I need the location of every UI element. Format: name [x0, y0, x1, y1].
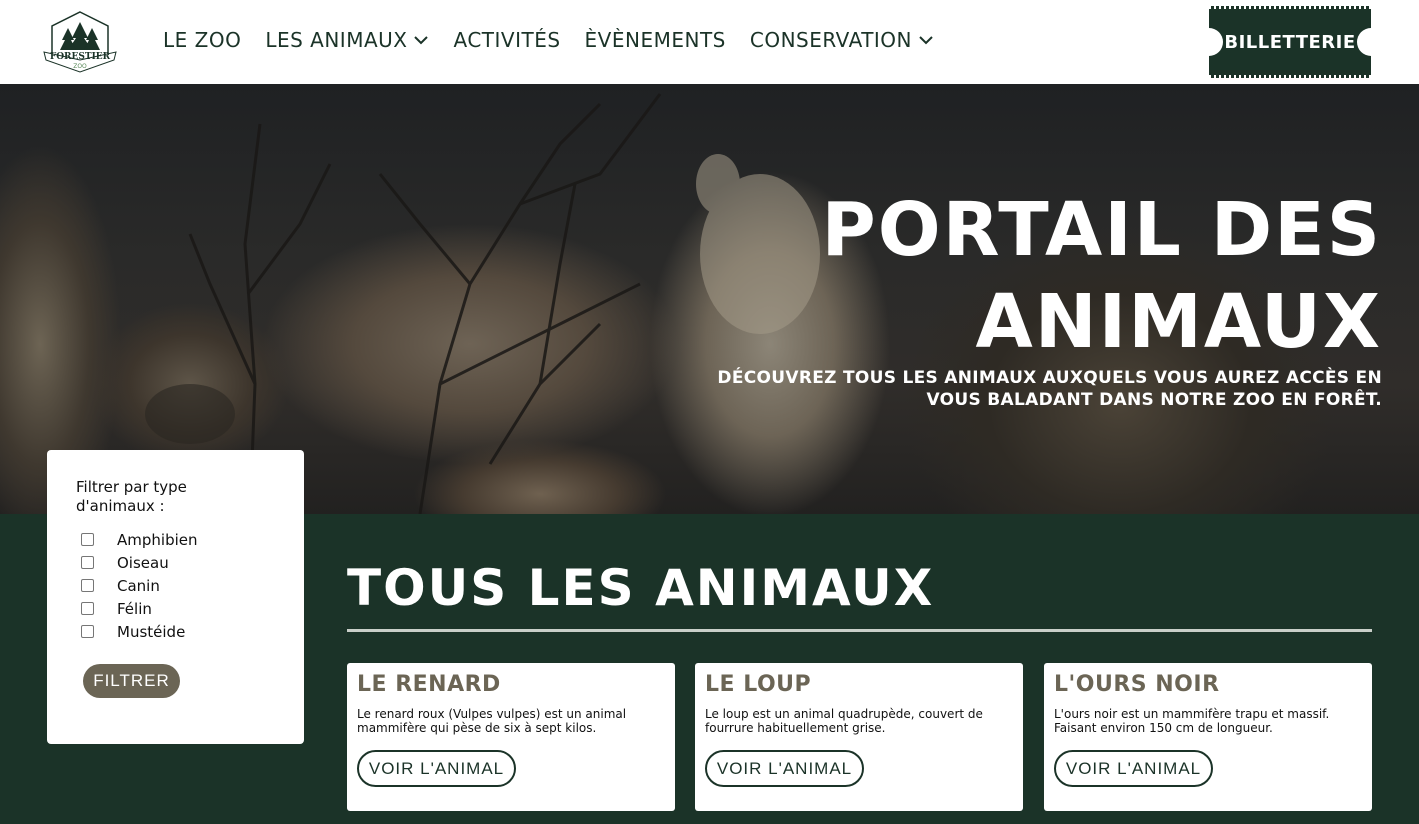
animal-card-renard: LE RENARD Le renard roux (Vulpes vulpes)…	[347, 663, 675, 811]
nav-label: LE ZOO	[163, 28, 242, 52]
hero-subtitle: DÉCOUVREZ TOUS LES ANIMAUX AUXQUELS VOUS…	[717, 368, 1382, 410]
card-text: Le loup est un animal quadrupède, couver…	[705, 707, 983, 735]
nav-le-zoo[interactable]: LE ZOO	[163, 26, 241, 54]
main-nav: LE ZOO LES ANIMAUX ACTIVITÉS ÈVÈNEMENTS …	[163, 26, 958, 54]
checkbox[interactable]	[81, 556, 94, 569]
card-title: LE LOUP	[705, 672, 812, 697]
nav-label: ACTIVITÉS	[453, 28, 561, 52]
view-animal-button[interactable]: VOIR L'ANIMAL	[357, 750, 516, 787]
nav-label: ÈVÈNEMENTS	[584, 28, 726, 52]
filter-button[interactable]: FILTRER	[83, 664, 180, 698]
nav-les-animaux[interactable]: LES ANIMAUX	[265, 26, 429, 54]
nav-label: LES ANIMAUX	[265, 28, 408, 52]
filter-title: Filtrer par type d'animaux :	[76, 478, 187, 515]
checkbox[interactable]	[81, 533, 94, 546]
site-header: FORESTIER ZOO LE ZOO LES ANIMAUX ACTIVIT…	[0, 0, 1419, 84]
filter-option-musteide[interactable]: Mustéide	[76, 620, 275, 643]
view-animal-button[interactable]: VOIR L'ANIMAL	[1054, 750, 1213, 787]
nav-evenements[interactable]: ÈVÈNEMENTS	[585, 26, 726, 54]
filter-option-label: Mustéide	[117, 622, 186, 641]
card-text: Le renard roux (Vulpes vulpes) est un an…	[357, 707, 627, 735]
filter-option-oiseau[interactable]: Oiseau	[76, 551, 275, 574]
tree-logo-icon: FORESTIER ZOO	[43, 11, 117, 73]
hero-title: PORTAIL DES ANIMAUX	[821, 187, 1382, 365]
filter-option-label: Canin	[117, 576, 160, 595]
section-title: TOUS LES ANIMAUX	[347, 559, 935, 617]
logo-name: FORESTIER	[50, 52, 111, 62]
checkbox[interactable]	[81, 602, 94, 615]
checkbox[interactable]	[81, 625, 94, 638]
ticket-button[interactable]: BILLETTERIE	[1195, 6, 1385, 78]
view-animal-button[interactable]: VOIR L'ANIMAL	[705, 750, 864, 787]
chevron-down-icon	[414, 36, 429, 45]
nav-label: CONSERVATION	[749, 28, 913, 52]
nav-conservation[interactable]: CONSERVATION	[750, 26, 934, 54]
card-title: L'OURS NOIR	[1054, 672, 1220, 697]
filter-option-canin[interactable]: Canin	[76, 574, 275, 597]
filter-option-felin[interactable]: Félin	[76, 597, 275, 620]
filter-option-label: Félin	[117, 599, 152, 618]
filter-options: Amphibien Oiseau Canin Félin Mustéide	[76, 528, 275, 643]
ticket-edge	[1209, 75, 1371, 78]
chevron-down-icon	[919, 36, 933, 45]
animal-card-loup: LE LOUP Le loup est un animal quadrupède…	[695, 663, 1023, 811]
filter-option-amphibien[interactable]: Amphibien	[76, 528, 275, 551]
card-text: L'ours noir est un mammifère trapu et ma…	[1054, 707, 1330, 735]
filter-panel: Filtrer par type d'animaux : Amphibien O…	[47, 450, 304, 744]
ticket-edge	[1209, 6, 1371, 9]
section-divider	[347, 629, 1372, 632]
checkbox[interactable]	[81, 579, 94, 592]
filter-option-label: Amphibien	[117, 530, 198, 549]
zoo-logo[interactable]: FORESTIER ZOO	[38, 10, 122, 74]
logo-sub: ZOO	[73, 63, 87, 70]
nav-activites[interactable]: ACTIVITÉS	[453, 26, 560, 54]
card-title: LE RENARD	[357, 672, 501, 697]
ticket-label: BILLETTERIE	[1224, 31, 1356, 53]
animal-card-ours-noir: L'OURS NOIR L'ours noir est un mammifère…	[1044, 663, 1372, 811]
filter-option-label: Oiseau	[117, 553, 169, 572]
